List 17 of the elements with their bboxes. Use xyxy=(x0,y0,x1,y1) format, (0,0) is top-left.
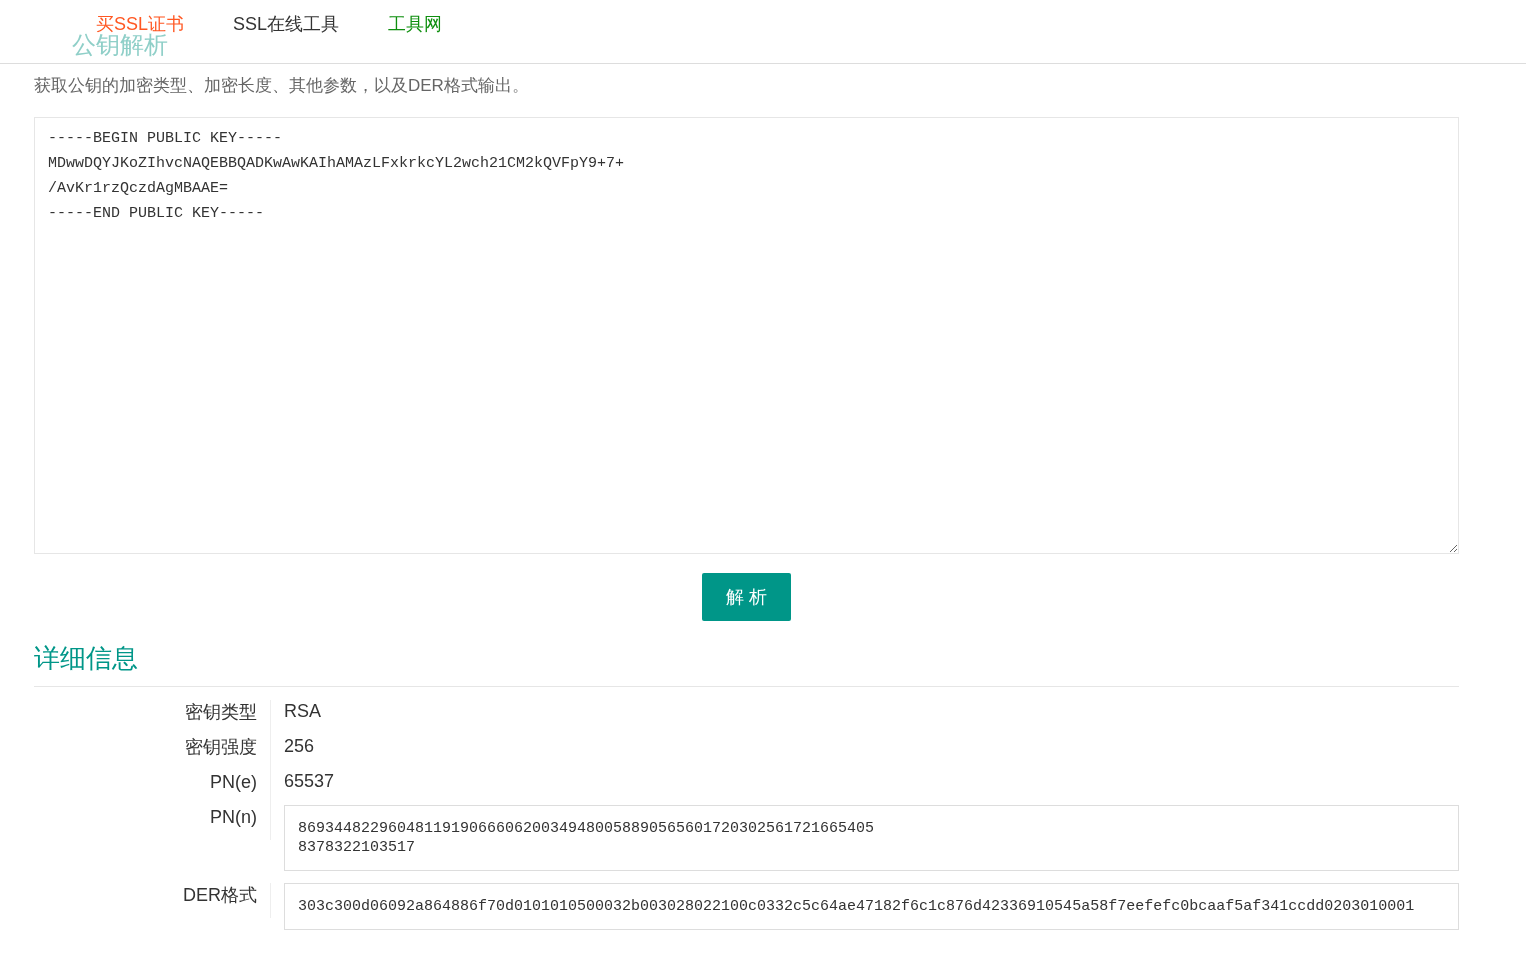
detail-label: PN(e) xyxy=(34,770,271,805)
nav-link[interactable]: 工具网 xyxy=(388,12,443,36)
description-text: 获取公钥的加密类型、加密长度、其他参数，以及DER格式输出。 xyxy=(34,75,529,97)
detail-output-field: 303c300d06092a864886f70d0101010500032b003028022100c0332c5c64ae47182f6c1c876d42336910545a58f7eefefc0bcaaf5af341ccdd0203010001 xyxy=(284,883,1459,930)
detail-label: 密钥强度 xyxy=(34,735,271,770)
detail-label: PN(n) xyxy=(34,805,271,840)
detail-value: 256 xyxy=(284,735,315,757)
detail-label: DER格式 xyxy=(34,883,271,918)
detail-value: RSA xyxy=(284,700,321,722)
nav-link[interactable]: SSL在线工具 xyxy=(233,12,340,36)
section-title: 详细信息 xyxy=(34,641,1459,687)
public-key-input[interactable]: -----BEGIN PUBLIC KEY----- MDwwDQYJKoZIhvcNAQEBBQADKwAwKAIhAMAzLFxkrkcYL2wch21CM2kQVFpY9+7+ /AvKr1rzQczdAgMBAAE= -----END PUBLIC KEY----- xyxy=(34,117,1459,554)
detail-value: 65537 xyxy=(284,770,335,792)
detail-label: 密钥类型 xyxy=(34,700,271,735)
detail-output-field: 8693448229604811919066606200349480058890565601720302561721665405 8378322103517 xyxy=(284,805,1459,871)
parse-button[interactable]: 解 析 xyxy=(702,573,791,621)
page-title: 公钥解析 xyxy=(72,32,168,58)
